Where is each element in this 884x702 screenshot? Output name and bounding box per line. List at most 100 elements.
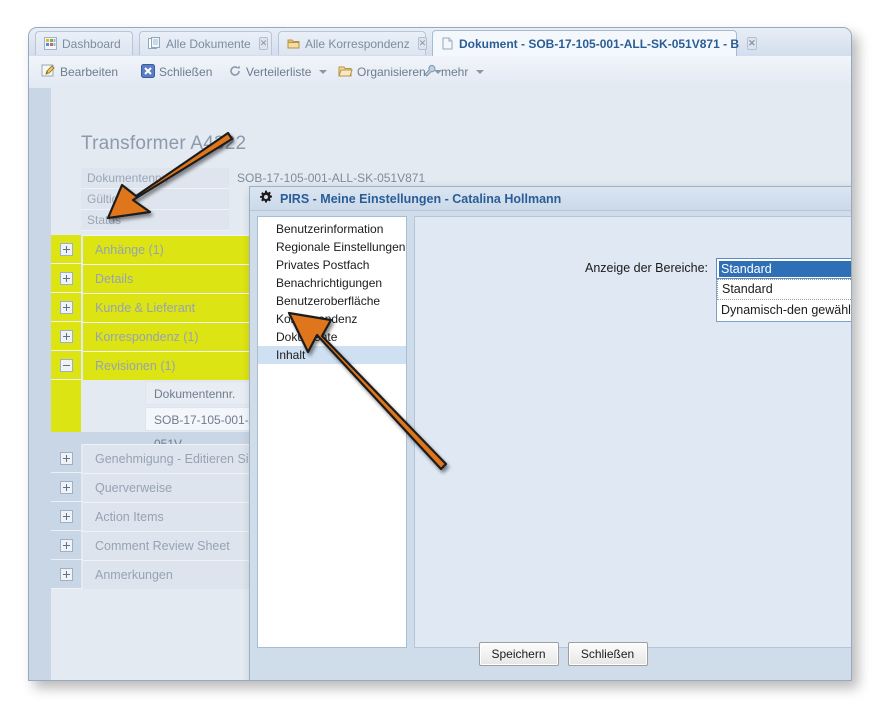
menu-item-benachrichtigungen[interactable]: Benachrichtigungen — [258, 274, 406, 292]
section-toggle-gutter[interactable] — [51, 351, 81, 379]
section-label: Comment Review Sheet — [83, 539, 230, 553]
section-label: Korrespondenz (1) — [83, 330, 199, 344]
revision-gutter — [51, 406, 81, 432]
section-toggle-gutter[interactable] — [51, 322, 81, 350]
dialog-title-bar: PIRS - Meine Einstellungen - Catalina Ho… — [250, 187, 852, 211]
close-x-icon — [141, 64, 155, 81]
plus-icon[interactable] — [60, 452, 73, 465]
section-label: Anmerkungen — [83, 568, 173, 582]
toolbar-verteilerliste[interactable]: Verteilerliste — [228, 62, 327, 82]
toolbar-mehr[interactable]: mehr — [423, 62, 484, 82]
folder-icon — [287, 37, 300, 50]
menu-item-label: Inhalt — [276, 348, 305, 362]
page-title: Transformer A4322 — [81, 133, 246, 155]
plus-icon[interactable] — [60, 481, 73, 494]
refresh-circle-icon — [228, 64, 242, 81]
dialog-body: Benutzerinformation Regionale Einstellun… — [257, 216, 852, 648]
tab-strip: Dashboard Alle Dokumente ✕ Alle Korrespo… — [29, 28, 851, 57]
folder-open-icon — [338, 64, 353, 81]
gear-icon — [259, 190, 273, 207]
dialog-title-text: PIRS - Meine Einstellungen - Catalina Ho… — [280, 192, 561, 206]
select-dropdown-options[interactable]: Standard Dynamisch-den gewählten Auf-/Zu… — [716, 279, 852, 322]
menu-item-dokumente[interactable]: Dokumente — [258, 328, 406, 346]
tab-dokument-active[interactable]: Dokument - SOB-17-105-001-ALL-SK-051V871… — [432, 30, 737, 56]
toolbar-label: Verteilerliste — [246, 65, 311, 79]
menu-item-label: Korrespondenz — [276, 312, 357, 326]
option-standard[interactable]: Standard — [717, 279, 852, 300]
plus-icon[interactable] — [60, 539, 73, 552]
menu-item-inhalt[interactable]: Inhalt — [258, 346, 406, 364]
documents-icon — [148, 37, 161, 50]
field-value — [229, 210, 237, 231]
menu-item-korrespondenz[interactable]: Korrespondenz — [258, 310, 406, 328]
dashboard-grid-icon — [44, 37, 57, 50]
tab-close-icon[interactable]: ✕ — [259, 37, 269, 50]
option-label: Standard — [722, 282, 773, 296]
menu-item-privates-postfach[interactable]: Privates Postfach — [258, 256, 406, 274]
field-label: Dokumentennr. — [81, 168, 229, 189]
toolbar-schliessen[interactable]: Schließen — [141, 62, 212, 82]
plus-icon[interactable] — [60, 243, 73, 256]
dialog-footer: Speichern Schließen — [250, 623, 852, 681]
tab-alle-korrespondenz[interactable]: Alle Korrespondenz ✕ — [278, 31, 426, 55]
menu-item-label: Privates Postfach — [276, 258, 369, 272]
section-label: Action Items — [83, 510, 164, 524]
section-toggle-gutter[interactable] — [51, 531, 81, 559]
section-toggle-gutter[interactable] — [51, 293, 81, 321]
tab-dashboard[interactable]: Dashboard — [35, 31, 133, 55]
header-field-status: Status — [81, 210, 237, 231]
chevron-down-icon[interactable] — [476, 70, 484, 74]
minus-icon[interactable] — [60, 359, 73, 372]
section-toggle-gutter[interactable] — [51, 560, 81, 588]
save-button[interactable]: Speichern — [479, 642, 559, 666]
settings-dialog: PIRS - Meine Einstellungen - Catalina Ho… — [249, 186, 852, 681]
section-label: Revisionen (1) — [83, 359, 176, 373]
tab-close-icon[interactable]: ✕ — [418, 37, 428, 50]
select-box[interactable]: Standard — [716, 258, 852, 279]
menu-item-label: Dokumente — [276, 330, 337, 344]
application-window: Dashboard Alle Dokumente ✕ Alle Korrespo… — [28, 27, 852, 681]
dialog-menu-list: Benutzerinformation Regionale Einstellun… — [257, 216, 407, 648]
plus-icon[interactable] — [60, 301, 73, 314]
section-toggle-gutter[interactable] — [51, 444, 81, 472]
tab-label: Dashboard — [62, 37, 121, 51]
menu-item-label: Benutzerinformation — [276, 222, 383, 236]
field-label: Gültig — [81, 189, 229, 210]
wrench-icon — [423, 64, 437, 81]
section-toggle-gutter[interactable] — [51, 502, 81, 530]
toolbar-bearbeiten[interactable]: Bearbeiten — [41, 62, 118, 82]
tab-close-icon[interactable]: ✕ — [747, 37, 757, 50]
plus-icon[interactable] — [60, 272, 73, 285]
chevron-down-icon[interactable] — [319, 70, 327, 74]
close-button[interactable]: Schließen — [568, 642, 648, 666]
section-toggle-gutter[interactable] — [51, 473, 81, 501]
toolbar-label: Schließen — [159, 65, 212, 79]
section-label: Kunde & Lieferant — [83, 301, 195, 315]
plus-icon[interactable] — [60, 510, 73, 523]
tab-label: Alle Korrespondenz — [305, 37, 410, 51]
menu-item-benutzeroberflaeche[interactable]: Benutzeroberfläche — [258, 292, 406, 310]
anzeige-der-bereiche-select[interactable]: Standard Standard Dynamisch-den gewählte… — [716, 258, 852, 279]
tab-label: Dokument - SOB-17-105-001-ALL-SK-051V871… — [459, 37, 739, 51]
toolbar-label: Organisieren — [357, 65, 426, 79]
tab-alle-dokumente[interactable]: Alle Dokumente ✕ — [139, 31, 272, 55]
menu-item-label: Benachrichtigungen — [276, 276, 382, 290]
field-value — [229, 189, 237, 210]
edit-pencil-icon — [41, 63, 56, 81]
tab-label: Alle Dokumente — [166, 37, 251, 51]
menu-item-label: Benutzeroberfläche — [276, 294, 380, 308]
section-toggle-gutter[interactable] — [51, 264, 81, 292]
plus-icon[interactable] — [60, 568, 73, 581]
section-label: Anhänge (1) — [83, 243, 164, 257]
section-toggle-gutter[interactable] — [51, 235, 81, 263]
option-dynamisch[interactable]: Dynamisch-den gewählten Auf-/Zugeklappt … — [717, 300, 852, 321]
page-icon — [441, 37, 454, 50]
toolbar-label: mehr — [441, 65, 468, 79]
anzeige-der-bereiche-row: Anzeige der Bereiche: Standard Standard … — [585, 258, 852, 279]
section-label: Details — [83, 272, 133, 286]
menu-item-label: Regionale Einstellungen — [276, 240, 405, 254]
plus-icon[interactable] — [60, 330, 73, 343]
select-value: Standard — [719, 261, 852, 277]
menu-item-regionale-einstellungen[interactable]: Regionale Einstellungen — [258, 238, 406, 256]
menu-item-benutzerinformation[interactable]: Benutzerinformation — [258, 220, 406, 238]
